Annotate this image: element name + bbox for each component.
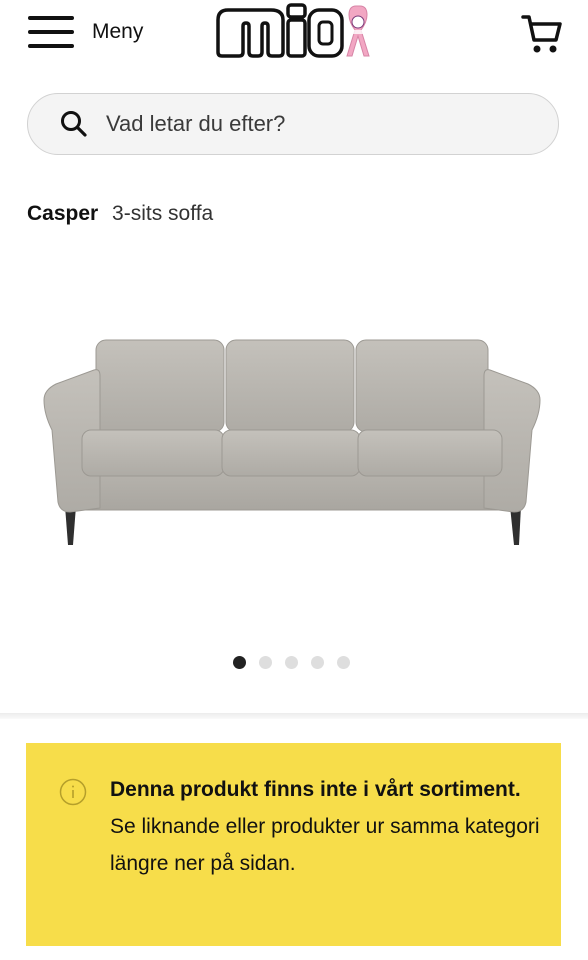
gallery-dot-1[interactable] [233, 656, 246, 669]
notice-body: Se liknande eller produkter ur samma kat… [110, 815, 540, 875]
header: Meny [0, 0, 588, 70]
product-subtitle: 3-sits soffa [112, 202, 214, 225]
gallery-pagination [233, 656, 350, 669]
discontinued-notice: Denna produkt finns inte i vårt sortimen… [26, 743, 561, 946]
product-name: Casper [27, 202, 99, 225]
section-divider [0, 713, 588, 719]
notice-title: Denna produkt finns inte i vårt sortimen… [110, 778, 521, 801]
gallery-dot-5[interactable] [337, 656, 350, 669]
gallery-dot-2[interactable] [259, 656, 272, 669]
gallery-dot-3[interactable] [285, 656, 298, 669]
menu-label: Meny [92, 20, 144, 43]
notice-text: Denna produkt finns inte i vårt sortimen… [110, 771, 540, 882]
mio-logo[interactable] [213, 2, 373, 60]
hamburger-icon [28, 14, 74, 50]
product-image-gallery[interactable] [0, 280, 588, 600]
search-bar[interactable] [27, 93, 559, 155]
cart-icon[interactable] [520, 12, 564, 56]
sofa-image [43, 339, 541, 545]
product-title: Casper 3-sits soffa [27, 202, 213, 226]
pink-ribbon-icon [346, 5, 370, 57]
search-icon [61, 111, 87, 137]
info-icon [59, 778, 87, 806]
gallery-dot-4[interactable] [311, 656, 324, 669]
menu-button[interactable]: Meny [28, 14, 143, 50]
search-input[interactable] [104, 110, 528, 138]
